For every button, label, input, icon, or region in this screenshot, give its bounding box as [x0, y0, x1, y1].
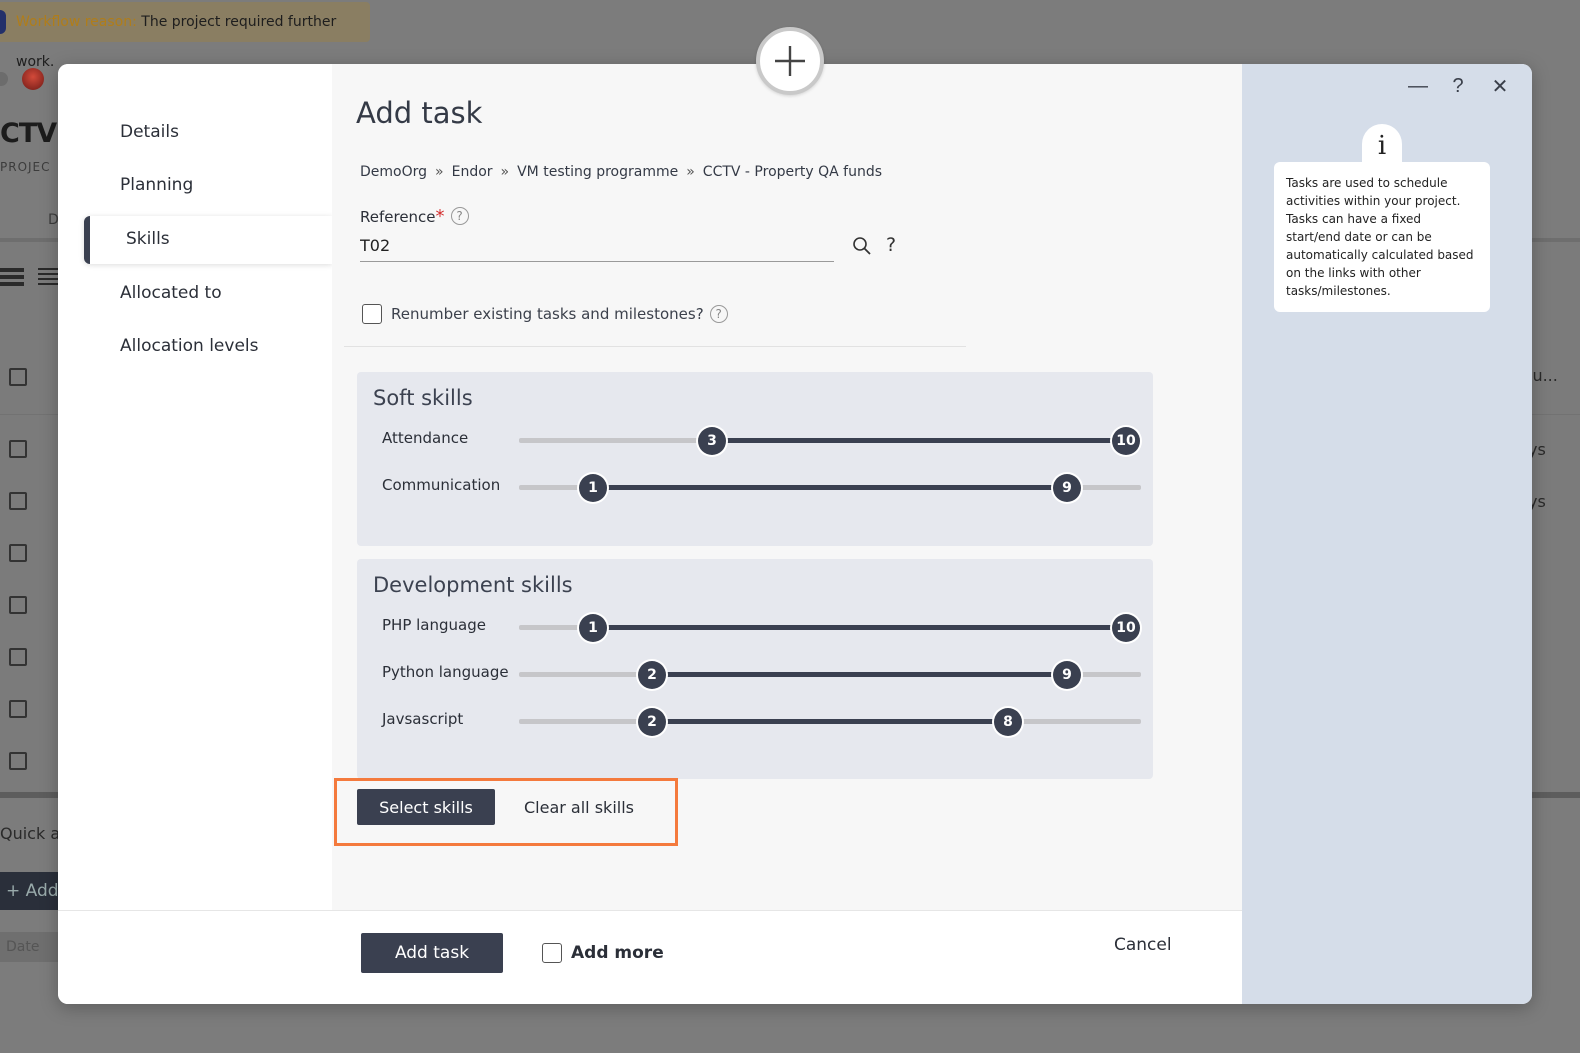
soft-skills-panel: Soft skills Attendance 3 10 Communicatio…	[357, 372, 1153, 546]
breadcrumb-item[interactable]: DemoOrg	[360, 164, 427, 180]
breadcrumb-item[interactable]: VM testing programme	[517, 164, 678, 180]
skill-group-title: Soft skills	[373, 386, 473, 410]
skill-row: Communication 1 9	[382, 474, 1142, 502]
plus-icon	[775, 46, 805, 76]
avatar	[22, 68, 44, 90]
skill-name: PHP language	[382, 616, 486, 634]
select-skills-button[interactable]: Select skills	[357, 789, 495, 825]
search-icon[interactable]	[852, 236, 872, 256]
info-text: Tasks are used to schedule activities wi…	[1274, 162, 1490, 312]
workflow-banner: Workflow reason: The project required fu…	[0, 2, 370, 70]
close-icon[interactable]: ✕	[1486, 72, 1514, 100]
sidebar-item-planning[interactable]: Planning	[120, 175, 193, 195]
add-task-modal: Details Planning Skills Allocated to All…	[58, 64, 1532, 1004]
skill-group-title: Development skills	[373, 573, 573, 597]
renumber-option[interactable]: Renumber existing tasks and milestones? …	[362, 304, 728, 324]
list-view-icon	[0, 268, 24, 288]
info-panel: — ? ✕ i Tasks are used to schedule activ…	[1242, 64, 1532, 1004]
page-title: Add task	[356, 96, 483, 130]
breadcrumb-item[interactable]: CCTV - Property QA funds	[703, 164, 882, 180]
add-more-label: Add more	[571, 943, 664, 963]
bg-project-title: CTV	[0, 118, 57, 149]
slider-range-fill	[712, 438, 1126, 443]
bg-checkbox	[9, 440, 27, 458]
slider-min-handle[interactable]: 3	[698, 427, 726, 455]
renumber-label: Renumber existing tasks and milestones?	[391, 305, 704, 323]
bg-checkbox	[9, 544, 27, 562]
help-circle-icon[interactable]: ?	[450, 207, 469, 225]
skill-range-slider[interactable]: 1 9	[519, 474, 1141, 502]
skill-row: Python language 2 9	[382, 661, 1142, 689]
add-plus-button[interactable]	[756, 27, 824, 95]
help-circle-icon[interactable]: ?	[709, 305, 728, 323]
slider-min-handle[interactable]: 1	[579, 474, 607, 502]
skill-range-slider[interactable]: 2 9	[519, 661, 1141, 689]
skill-name: Python language	[382, 663, 509, 681]
reference-label-text: Reference	[360, 208, 436, 226]
divider	[344, 346, 966, 347]
reference-input[interactable]	[360, 230, 834, 262]
add-task-button[interactable]: Add task	[361, 933, 503, 973]
bg-checkbox	[9, 752, 27, 770]
bg-left-chip	[0, 72, 8, 86]
breadcrumb: DemoOrg » Endor » VM testing programme »…	[360, 164, 882, 180]
slider-min-handle[interactable]: 1	[579, 614, 607, 642]
sidebar-item-skills[interactable]: Skills	[84, 216, 332, 264]
breadcrumb-separator-icon: »	[435, 164, 444, 180]
slider-max-handle[interactable]: 10	[1112, 427, 1140, 455]
help-icon[interactable]: ?	[886, 234, 896, 256]
skill-name: Attendance	[382, 429, 469, 447]
skill-name: Javsascript	[382, 710, 464, 728]
slider-range-fill	[652, 672, 1067, 677]
sidebar-item-allocation-levels[interactable]: Allocation levels	[120, 336, 259, 356]
bg-checkbox	[9, 700, 27, 718]
minimize-icon[interactable]: —	[1404, 72, 1432, 100]
clear-all-skills-button[interactable]: Clear all skills	[516, 789, 642, 825]
skill-name: Communication	[382, 476, 501, 494]
bg-checkbox	[9, 596, 27, 614]
skill-range-slider[interactable]: 2 8	[519, 708, 1141, 736]
bg-checkbox	[9, 648, 27, 666]
slider-range-fill	[593, 485, 1067, 490]
skill-row: PHP language 1 10	[382, 614, 1142, 642]
modal-content: Add task DemoOrg » Endor » VM testing pr…	[332, 64, 1514, 910]
development-skills-panel: Development skills PHP language 1 10 Pyt…	[357, 559, 1153, 779]
slider-max-handle[interactable]: 10	[1112, 614, 1140, 642]
skill-row: Attendance 3 10	[382, 427, 1142, 455]
slider-max-handle[interactable]: 9	[1053, 661, 1081, 689]
slider-max-handle[interactable]: 8	[994, 708, 1022, 736]
slider-max-handle[interactable]: 9	[1053, 474, 1081, 502]
bg-col-header: lu...	[1528, 366, 1558, 385]
workflow-label: Workflow reason:	[16, 14, 137, 30]
bg-checkbox	[9, 368, 27, 386]
skill-row: Javsascript 2 8	[382, 708, 1142, 736]
slider-range-fill	[593, 625, 1126, 630]
sidebar-item-allocated-to[interactable]: Allocated to	[120, 283, 222, 303]
renumber-checkbox[interactable]	[362, 304, 382, 324]
slider-min-handle[interactable]: 2	[638, 708, 666, 736]
add-more-option[interactable]: Add more	[542, 943, 664, 963]
reference-label: Reference*?	[360, 206, 469, 227]
sidebar-item-details[interactable]: Details	[120, 122, 179, 142]
workflow-marker	[0, 10, 6, 34]
modal-footer: Add task Add more Cancel	[58, 910, 1242, 1004]
bg-project-sub: PROJEC	[0, 160, 51, 174]
sidebar-item-label: Skills	[126, 229, 170, 249]
skill-range-slider[interactable]: 3 10	[519, 427, 1141, 455]
skill-range-slider[interactable]: 1 10	[519, 614, 1141, 642]
breadcrumb-separator-icon: »	[686, 164, 695, 180]
slider-min-handle[interactable]: 2	[638, 661, 666, 689]
cancel-button[interactable]: Cancel	[1114, 935, 1172, 955]
breadcrumb-item[interactable]: Endor	[452, 164, 493, 180]
add-more-checkbox[interactable]	[542, 943, 562, 963]
slider-range-fill	[652, 719, 1008, 724]
required-marker: *	[435, 206, 445, 227]
modal-sidebar: Details Planning Skills Allocated to All…	[58, 64, 332, 910]
help-icon[interactable]: ?	[1444, 72, 1472, 100]
bg-checkbox	[9, 492, 27, 510]
breadcrumb-separator-icon: »	[500, 164, 510, 180]
bg-date-label: Date	[0, 932, 60, 962]
